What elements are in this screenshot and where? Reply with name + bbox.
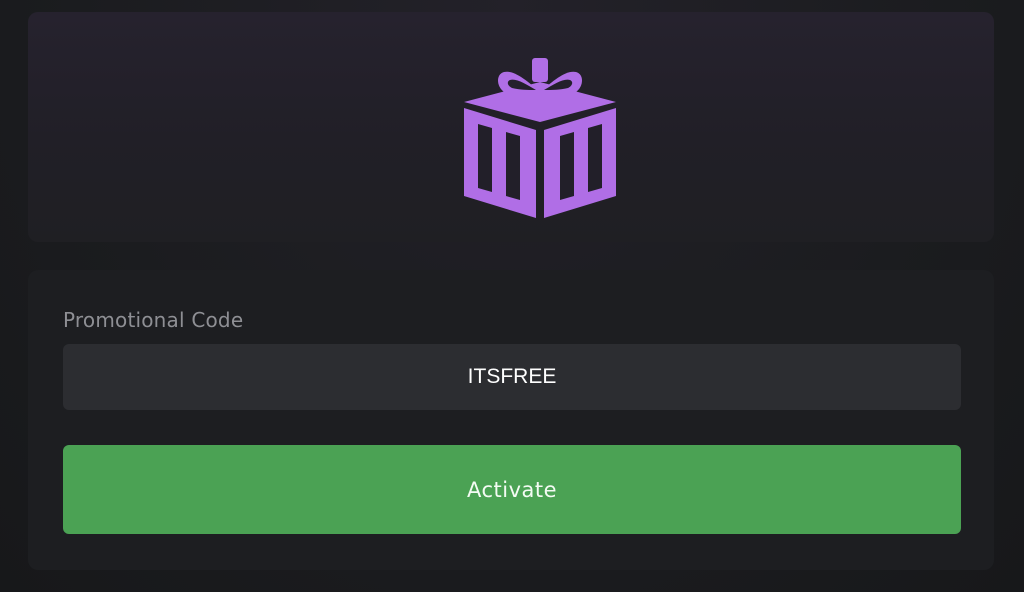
- promo-code-label: Promotional Code: [63, 308, 244, 332]
- gift-icon: [464, 58, 616, 218]
- promo-code-form: Promotional Code Activate: [28, 270, 994, 570]
- activate-button[interactable]: Activate: [63, 445, 961, 534]
- gift-banner: [28, 12, 994, 242]
- promo-code-input[interactable]: [63, 344, 961, 410]
